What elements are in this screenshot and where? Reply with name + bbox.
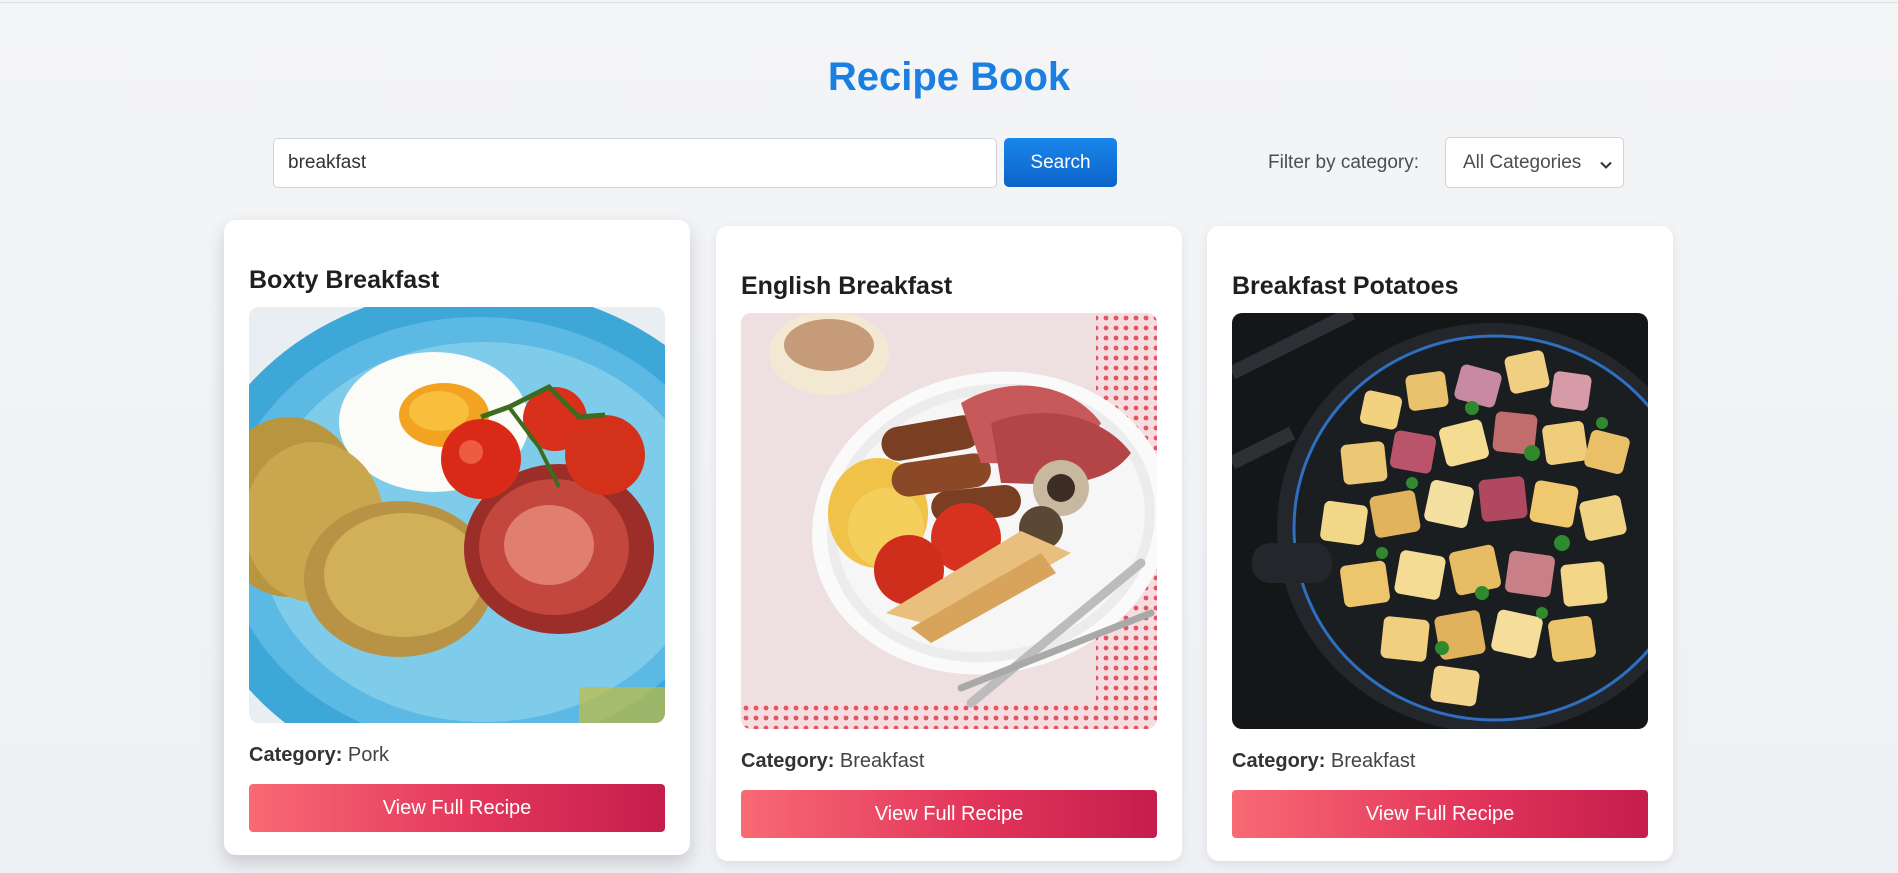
recipe-category: Category: Breakfast	[1232, 748, 1415, 774]
recipe-image	[741, 313, 1157, 729]
page-title: Recipe Book	[827, 55, 1071, 99]
view-full-recipe-button[interactable]: View Full Recipe	[741, 790, 1157, 838]
recipe-title: Boxty Breakfast	[249, 266, 440, 294]
recipe-card-breakfast-potatoes: Breakfast Potatoes Category: Breakfast V…	[1207, 226, 1673, 861]
recipe-title: Breakfast Potatoes	[1232, 272, 1459, 300]
category-label: Category:	[249, 744, 343, 766]
category-select[interactable]: All Categories	[1445, 137, 1624, 188]
view-full-recipe-button[interactable]: View Full Recipe	[1232, 790, 1648, 838]
recipe-image	[249, 307, 665, 723]
recipe-card-english-breakfast: English Breakfast Category: Breakfast Vi…	[716, 226, 1182, 861]
chevron-down-icon	[1599, 156, 1613, 170]
recipe-card-boxty-breakfast: Boxty Breakfast Category: Pork View Full…	[224, 220, 690, 855]
category-value: Pork	[347, 744, 390, 766]
recipe-category: Category: Pork	[249, 742, 389, 768]
category-value: Breakfast	[839, 750, 925, 772]
recipe-image	[1232, 313, 1648, 729]
category-value: Breakfast	[1330, 750, 1416, 772]
category-label: Category:	[1232, 750, 1326, 772]
category-label: Category:	[741, 750, 835, 772]
filter-label: Filter by category:	[1268, 152, 1419, 173]
recipe-category: Category: Breakfast	[741, 748, 924, 774]
top-divider	[0, 2, 1898, 3]
recipe-title: English Breakfast	[741, 272, 953, 300]
search-input[interactable]	[273, 138, 997, 188]
search-button[interactable]: Search	[1004, 138, 1117, 187]
view-full-recipe-button[interactable]: View Full Recipe	[249, 784, 665, 832]
category-select-value: All Categories	[1463, 151, 1582, 173]
